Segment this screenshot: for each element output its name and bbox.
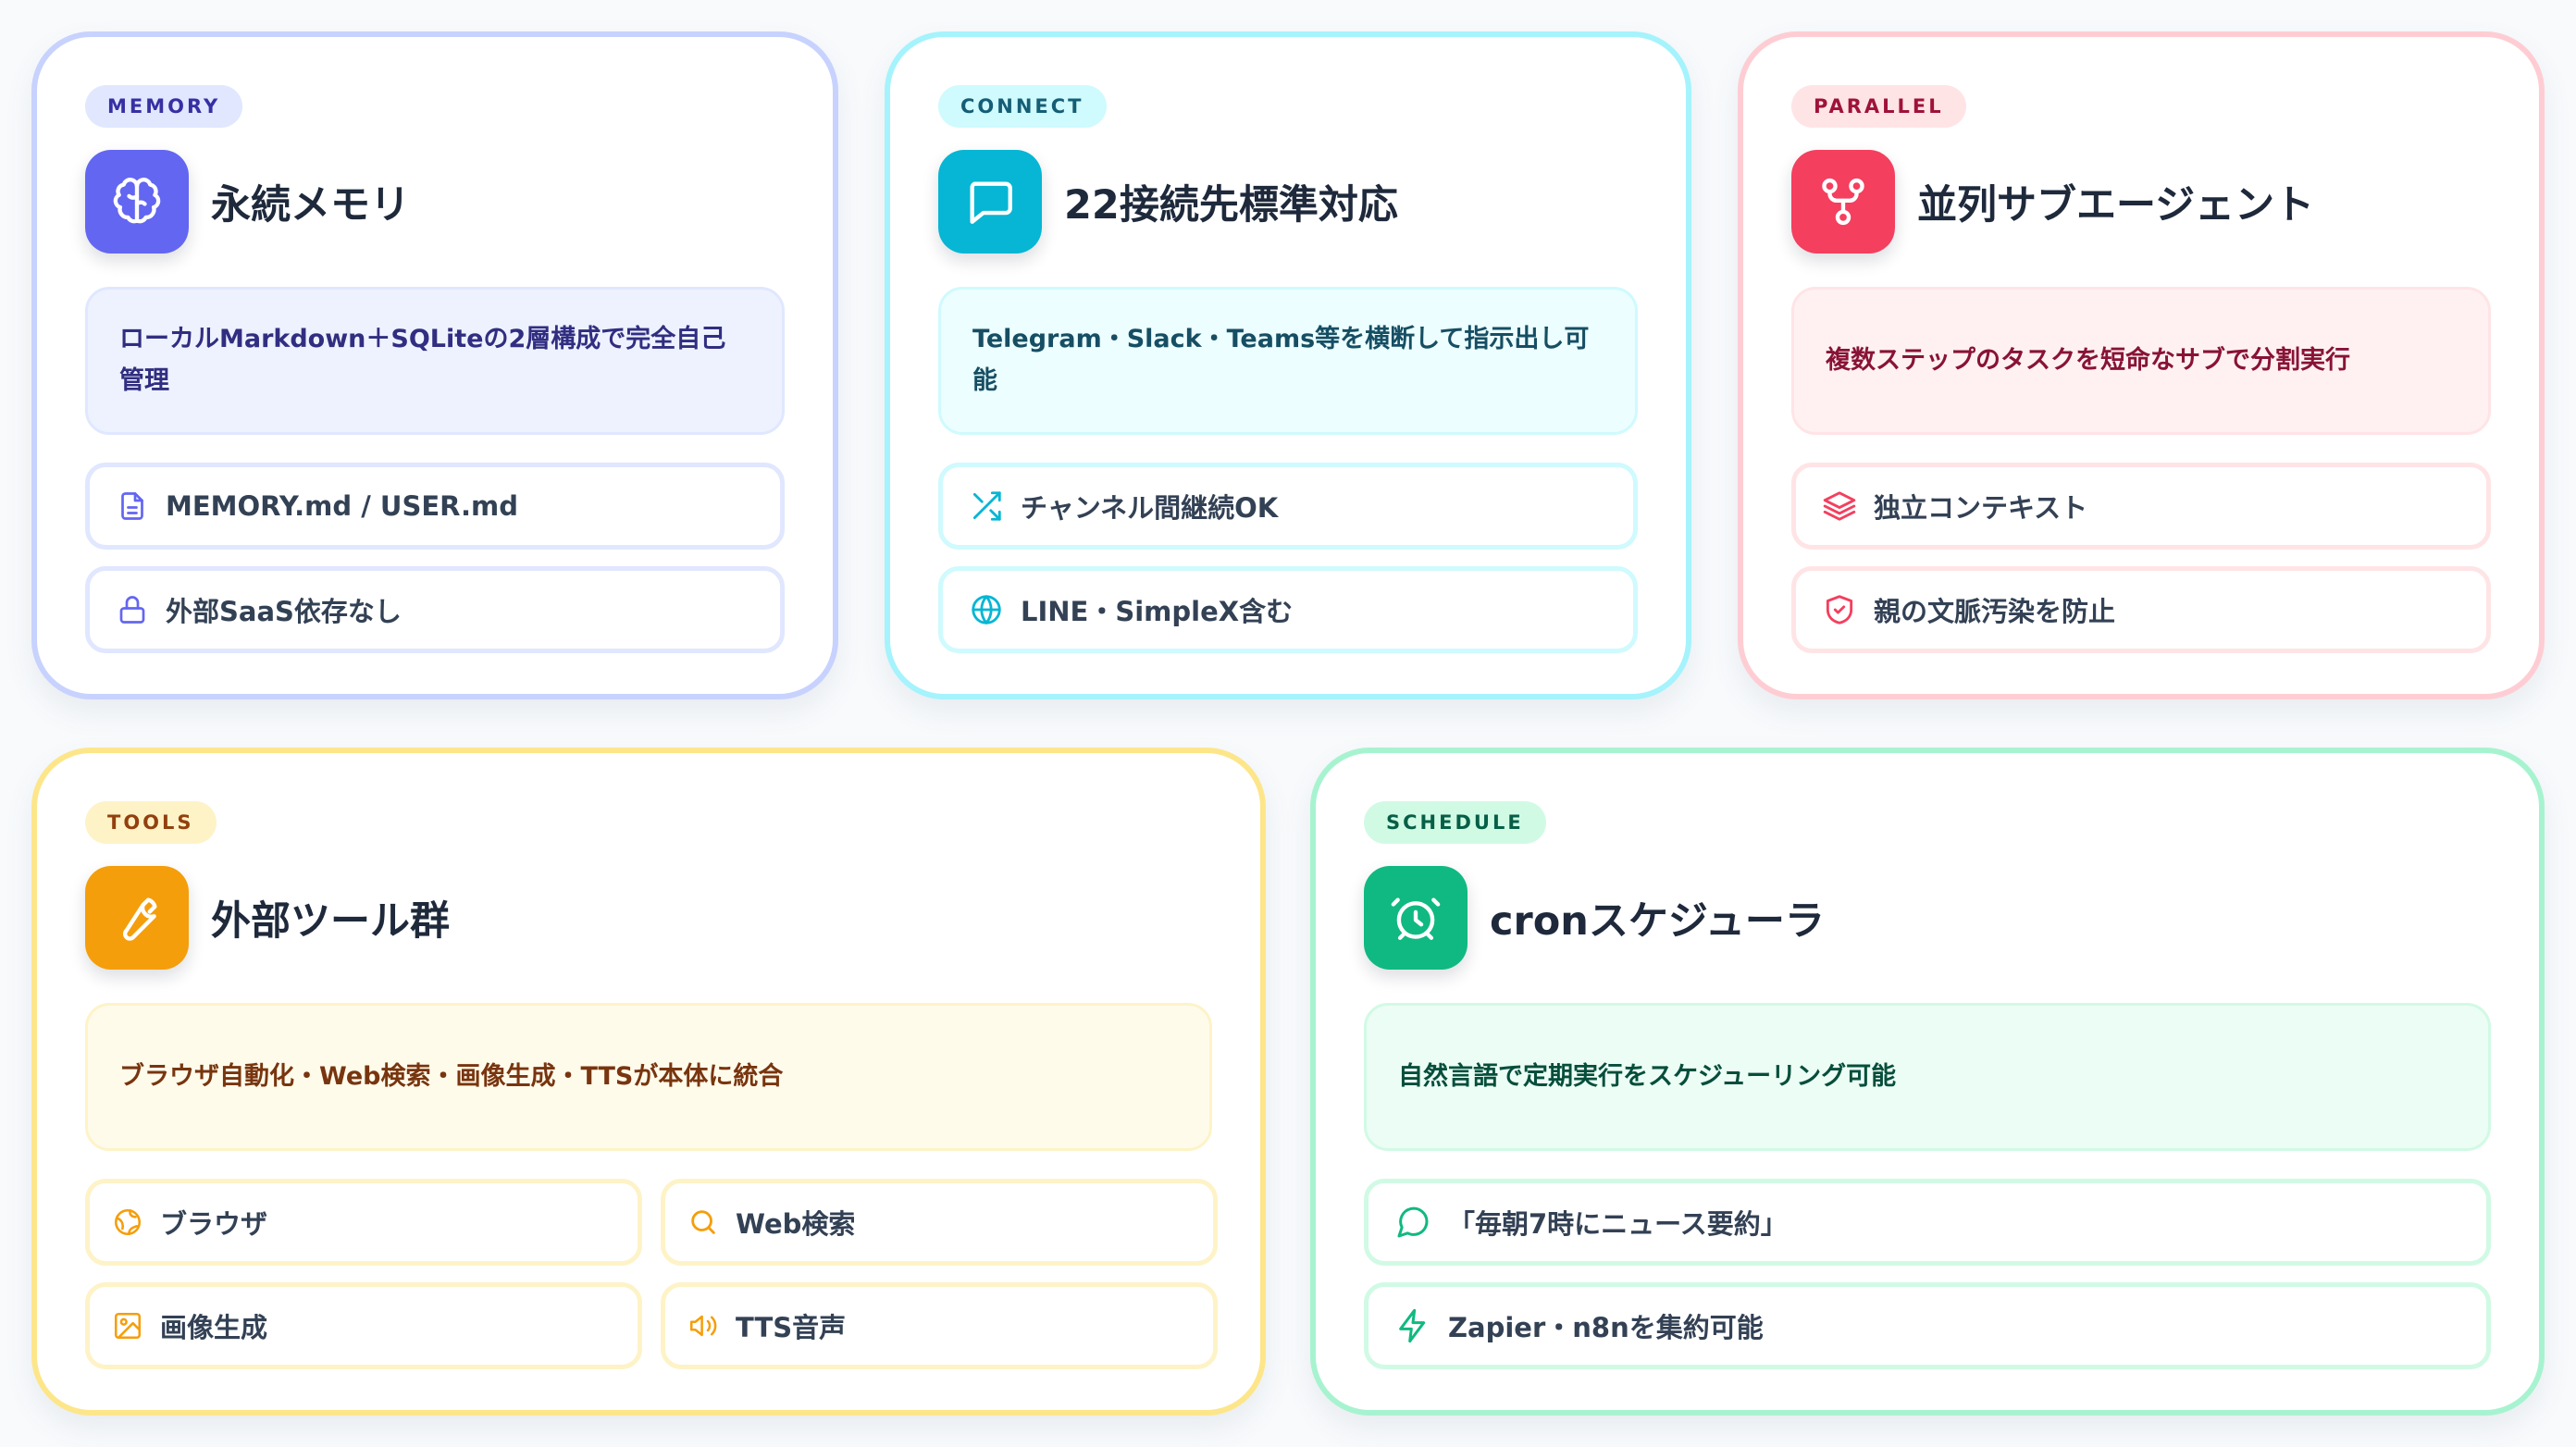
- badge-parallel: PARALLEL: [1791, 85, 1966, 128]
- feature-item-label: 「毎朝7時にニュース要約」: [1448, 1208, 1788, 1240]
- feature-item-label: 画像生成: [160, 1312, 268, 1343]
- card-header: 永続メモリ: [85, 150, 410, 254]
- card-title: 外部ツール群: [211, 898, 450, 945]
- badge-memory: MEMORY: [85, 85, 243, 128]
- card-description: ブラウザ自動化・Web検索・画像生成・TTSが本体に統合: [85, 1003, 1212, 1151]
- feature-item[interactable]: 外部SaaS依存なし: [85, 566, 785, 653]
- zap-icon: [1399, 1308, 1426, 1343]
- card-description: 自然言語で定期実行をスケジューリング可能: [1364, 1003, 2491, 1151]
- file-icon: [121, 492, 143, 520]
- search-icon: [691, 1210, 715, 1234]
- feature-item-label: 親の文脈汚染を防止: [1874, 596, 2116, 627]
- alarm-clock-icon: [1364, 866, 1468, 970]
- feature-item-label: MEMORY.md / USER.md: [166, 490, 519, 522]
- git-fork-icon: [1791, 150, 1895, 254]
- badge-connect: CONNECT: [938, 85, 1107, 128]
- feature-item-label: ブラウザ: [160, 1208, 268, 1240]
- feature-item-label: チャンネル間継続OK: [1021, 492, 1279, 524]
- layers-icon: [1823, 491, 1856, 521]
- tool-item-tts[interactable]: TTS音声: [661, 1282, 1218, 1369]
- card-header: 外部ツール群: [85, 866, 450, 970]
- card-schedule: SCHEDULE cronスケジューラ 自然言語で定期実行をスケジューリング可能…: [1310, 748, 2545, 1416]
- feature-item-label: Zapier・n8nを集約可能: [1448, 1312, 1764, 1343]
- badge-tools: TOOLS: [85, 801, 217, 844]
- card-description: Telegram・Slack・Teams等を横断して指示出し可能: [938, 287, 1638, 435]
- feature-item-label: TTS音声: [736, 1312, 847, 1343]
- tool-item-image-gen[interactable]: 画像生成: [85, 1282, 642, 1369]
- card-header: 並列サブエージェント: [1791, 150, 2314, 254]
- card-memory: MEMORY 永続メモリ ローカルMarkdown＋SQLiteの2層構成で完全…: [31, 31, 838, 699]
- feature-item[interactable]: 親の文脈汚染を防止: [1791, 566, 2491, 653]
- feature-item-label: 独立コンテキスト: [1874, 492, 2088, 524]
- brain-icon: [85, 150, 189, 254]
- card-parallel: PARALLEL 並列サブエージェント 複数ステップのタスクを短命なサブで分割実…: [1738, 31, 2545, 699]
- card-description: ローカルMarkdown＋SQLiteの2層構成で完全自己管理: [85, 287, 785, 435]
- chat-bubble-icon: [938, 150, 1042, 254]
- speaker-icon: [689, 1315, 717, 1337]
- card-tools: TOOLS 外部ツール群 ブラウザ自動化・Web検索・画像生成・TTSが本体に統…: [31, 748, 1266, 1416]
- wrench-icon: [85, 866, 189, 970]
- feature-item[interactable]: 「毎朝7時にニュース要約」: [1364, 1179, 2491, 1266]
- card-title: 永続メモリ: [211, 182, 410, 229]
- card-header: cronスケジューラ: [1364, 866, 1825, 970]
- feature-item[interactable]: チャンネル間継続OK: [938, 463, 1638, 550]
- globe-icon: [972, 595, 1001, 625]
- shuffle-icon: [972, 491, 1001, 521]
- feature-item[interactable]: MEMORY.md / USER.md: [85, 463, 785, 550]
- feature-item[interactable]: LINE・SimpleX含む: [938, 566, 1638, 653]
- feature-item-label: 外部SaaS依存なし: [166, 596, 402, 627]
- tool-item-web-search[interactable]: Web検索: [661, 1179, 1218, 1266]
- lock-icon: [119, 596, 145, 624]
- badge-schedule: SCHEDULE: [1364, 801, 1546, 844]
- card-header: 22接続先標準対応: [938, 150, 1398, 254]
- feature-item-label: Web検索: [736, 1208, 856, 1240]
- card-title: 並列サブエージェント: [1917, 182, 2315, 229]
- feature-item[interactable]: 独立コンテキスト: [1791, 463, 2491, 550]
- card-title: 22接続先標準対応: [1064, 182, 1398, 229]
- tool-item-browser[interactable]: ブラウザ: [85, 1179, 642, 1266]
- card-description: 複数ステップのタスクを短命なサブで分割実行: [1791, 287, 2491, 435]
- feature-item-label: LINE・SimpleX含む: [1021, 596, 1294, 627]
- feature-item[interactable]: Zapier・n8nを集約可能: [1364, 1282, 2491, 1369]
- card-title: cronスケジューラ: [1490, 898, 1825, 945]
- image-icon: [114, 1312, 142, 1340]
- shield-check-icon: [1826, 595, 1853, 625]
- message-circle-icon: [1397, 1206, 1429, 1238]
- globe-alt-icon: [114, 1208, 142, 1236]
- card-connect: CONNECT 22接続先標準対応 Telegram・Slack・Teams等を…: [885, 31, 1691, 699]
